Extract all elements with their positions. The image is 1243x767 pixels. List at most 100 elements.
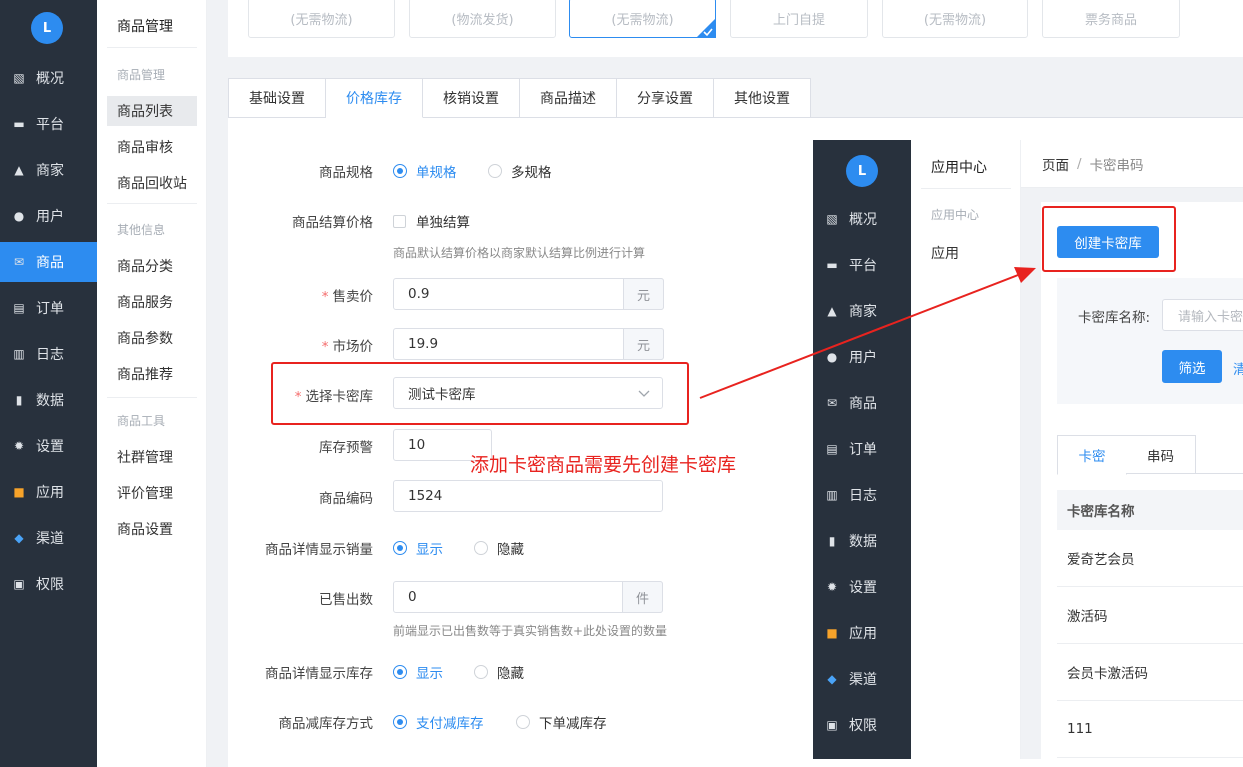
sidebar-item-label: 平台 bbox=[849, 258, 877, 274]
sidebar-item-7[interactable]: ▮ 数据 bbox=[813, 521, 911, 561]
sidebar-item-2[interactable]: ▲ 商家 bbox=[813, 291, 911, 331]
search-name-input[interactable]: 请输入卡密 bbox=[1162, 299, 1243, 331]
app-logo[interactable]: L bbox=[31, 12, 63, 44]
tab-price-stock[interactable]: 价格库存 bbox=[326, 78, 423, 118]
sidebar-item-0[interactable]: ▧ 概况 bbox=[0, 58, 97, 98]
sidebar-item-1[interactable]: ▬ 平台 bbox=[813, 245, 911, 285]
sidebar-item-4[interactable]: ✉ 商品 bbox=[813, 383, 911, 423]
product-code-input[interactable]: 1524 bbox=[393, 480, 663, 512]
submenu-item-community[interactable]: 社群管理 bbox=[117, 442, 173, 472]
submenu-item-product-list[interactable]: 商品列表 bbox=[107, 96, 197, 126]
sidebar-item-8[interactable]: ✹ 设置 bbox=[0, 426, 97, 466]
spec-single-radio[interactable]: 单规格 bbox=[393, 161, 457, 181]
submenu-item-service[interactable]: 商品服务 bbox=[117, 287, 173, 317]
type-virtual[interactable]: (无需物流) bbox=[248, 0, 395, 38]
price-input[interactable]: 0.9 元 bbox=[393, 278, 664, 310]
sidebar-item-label: 权限 bbox=[36, 577, 64, 593]
order-icon: ▤ bbox=[826, 442, 838, 456]
market-input[interactable]: 19.9 元 bbox=[393, 328, 664, 360]
stock-warn-label: 库存预警 bbox=[319, 440, 373, 456]
type-ticket[interactable]: 票务商品 bbox=[1042, 0, 1180, 38]
main-sidebar: L ▧ 概况 ▬ 平台 ▲ 商家 ● 用户 ✉ 商品 ▤ 订单 ▥ 日志 ▮ 数据 ✹ 设置 ■ 应用 ◆ 渠道 ▣ 权限 bbox=[0, 0, 97, 767]
monitor-icon: ▬ bbox=[826, 258, 838, 272]
overlay-submenu-item-apps[interactable]: 应用 bbox=[931, 238, 959, 268]
tab-serial-code[interactable]: 串码 bbox=[1126, 435, 1196, 474]
sidebar-item-8[interactable]: ✹ 设置 bbox=[813, 567, 911, 607]
user-icon: ● bbox=[826, 350, 838, 364]
type-pickup[interactable]: 上门自提 bbox=[730, 0, 868, 38]
settle-checkbox[interactable]: 单独结算 bbox=[393, 211, 470, 231]
tab-card-key[interactable]: 卡密 bbox=[1057, 435, 1127, 475]
table-row[interactable]: 111 bbox=[1057, 701, 1243, 758]
submenu-item-recommend[interactable]: 商品推荐 bbox=[117, 359, 173, 389]
tab-verification[interactable]: 核销设置 bbox=[423, 78, 520, 118]
sidebar-item-4[interactable]: ✉ 商品 bbox=[0, 242, 97, 282]
sidebar-item-9[interactable]: ■ 应用 bbox=[0, 472, 97, 512]
overlay-app-logo[interactable]: L bbox=[846, 155, 878, 187]
filter-button[interactable]: 筛选 bbox=[1162, 350, 1222, 383]
type-physical[interactable]: (物流发货) bbox=[409, 0, 556, 38]
show-stock-radio[interactable]: 显示 bbox=[393, 662, 443, 682]
sidebar-item-label: 设置 bbox=[36, 439, 64, 455]
settle-hint: 商品默认结算价格以商家默认结算比例进行计算 bbox=[393, 246, 646, 260]
table-row[interactable]: 会员卡激活码 bbox=[1057, 644, 1243, 701]
type-service[interactable]: (无需物流) bbox=[882, 0, 1028, 38]
market-unit: 元 bbox=[623, 328, 664, 360]
radio-dot bbox=[474, 665, 488, 679]
sidebar-item-label: 渠道 bbox=[849, 672, 877, 688]
submenu-item-reviews[interactable]: 评价管理 bbox=[117, 478, 173, 508]
tab-description[interactable]: 商品描述 bbox=[520, 78, 617, 118]
tab-other[interactable]: 其他设置 bbox=[714, 78, 811, 118]
sidebar-item-0[interactable]: ▧ 概况 bbox=[813, 199, 911, 239]
sidebar-item-label: 数据 bbox=[36, 393, 64, 409]
breadcrumb-page[interactable]: 页面 bbox=[1042, 154, 1069, 174]
table-row[interactable]: 激活码 bbox=[1057, 587, 1243, 644]
sidebar-item-6[interactable]: ▥ 日志 bbox=[0, 334, 97, 374]
show-sales-radio[interactable]: 显示 bbox=[393, 538, 443, 558]
reduce-on-pay-radio[interactable]: 支付减库存 bbox=[393, 712, 484, 732]
type-card-code[interactable]: (无需物流) bbox=[569, 0, 716, 38]
submenu-item-params[interactable]: 商品参数 bbox=[117, 323, 173, 353]
submenu-item-category[interactable]: 商品分类 bbox=[117, 251, 173, 281]
radio-dot bbox=[516, 715, 530, 729]
product-type-card: (无需物流) (物流发货) (无需物流) 上门自提 (无需物流) 票务商品 bbox=[228, 0, 1243, 57]
sidebar-item-9[interactable]: ■ 应用 bbox=[813, 613, 911, 653]
sidebar-item-3[interactable]: ● 用户 bbox=[813, 337, 911, 377]
table-row[interactable]: 爱奇艺会员 bbox=[1057, 530, 1243, 587]
radio-label: 多规格 bbox=[511, 165, 552, 181]
sidebar-item-1[interactable]: ▬ 平台 bbox=[0, 104, 97, 144]
hide-sales-radio[interactable]: 隐藏 bbox=[474, 538, 524, 558]
sidebar-item-6[interactable]: ▥ 日志 bbox=[813, 475, 911, 515]
sidebar-item-5[interactable]: ▤ 订单 bbox=[813, 429, 911, 469]
reset-link[interactable]: 清 bbox=[1233, 358, 1243, 378]
spec-label: 商品规格 bbox=[319, 165, 373, 181]
sidebar-item-11[interactable]: ▣ 权限 bbox=[813, 705, 911, 745]
spec-multi-radio[interactable]: 多规格 bbox=[488, 161, 552, 181]
sidebar-item-7[interactable]: ▮ 数据 bbox=[0, 380, 97, 420]
sidebar-item-label: 用户 bbox=[849, 350, 877, 366]
hide-stock-radio[interactable]: 隐藏 bbox=[474, 662, 524, 682]
sidebar-item-11[interactable]: ▣ 权限 bbox=[0, 564, 97, 604]
radio-label: 下单减库存 bbox=[539, 716, 607, 732]
sidebar-item-label: 概况 bbox=[849, 212, 877, 228]
show-sales-label: 商品详情显示销量 bbox=[265, 542, 373, 558]
reduce-on-order-radio[interactable]: 下单减库存 bbox=[516, 712, 607, 732]
submenu-item-product-review[interactable]: 商品审核 bbox=[117, 132, 173, 162]
sidebar-item-label: 平台 bbox=[36, 117, 64, 133]
radio-label: 隐藏 bbox=[497, 542, 524, 558]
sidebar-item-10[interactable]: ◆ 渠道 bbox=[813, 659, 911, 699]
sidebar-item-2[interactable]: ▲ 商家 bbox=[0, 150, 97, 190]
sidebar-item-3[interactable]: ● 用户 bbox=[0, 196, 97, 236]
tab-share[interactable]: 分享设置 bbox=[617, 78, 714, 118]
sold-count-input[interactable]: 0件 bbox=[393, 581, 663, 613]
checkbox-box bbox=[393, 214, 406, 228]
sidebar-item-10[interactable]: ◆ 渠道 bbox=[0, 518, 97, 558]
checkbox-label: 单独结算 bbox=[416, 215, 470, 231]
submenu-item-settings[interactable]: 商品设置 bbox=[117, 514, 173, 544]
highlight-create-button bbox=[1042, 206, 1176, 272]
sidebar-item-label: 用户 bbox=[36, 209, 64, 225]
tab-basic[interactable]: 基础设置 bbox=[229, 78, 326, 118]
apps-icon: ■ bbox=[13, 485, 25, 499]
radio-dot bbox=[488, 164, 502, 178]
sidebar-item-5[interactable]: ▤ 订单 bbox=[0, 288, 97, 328]
